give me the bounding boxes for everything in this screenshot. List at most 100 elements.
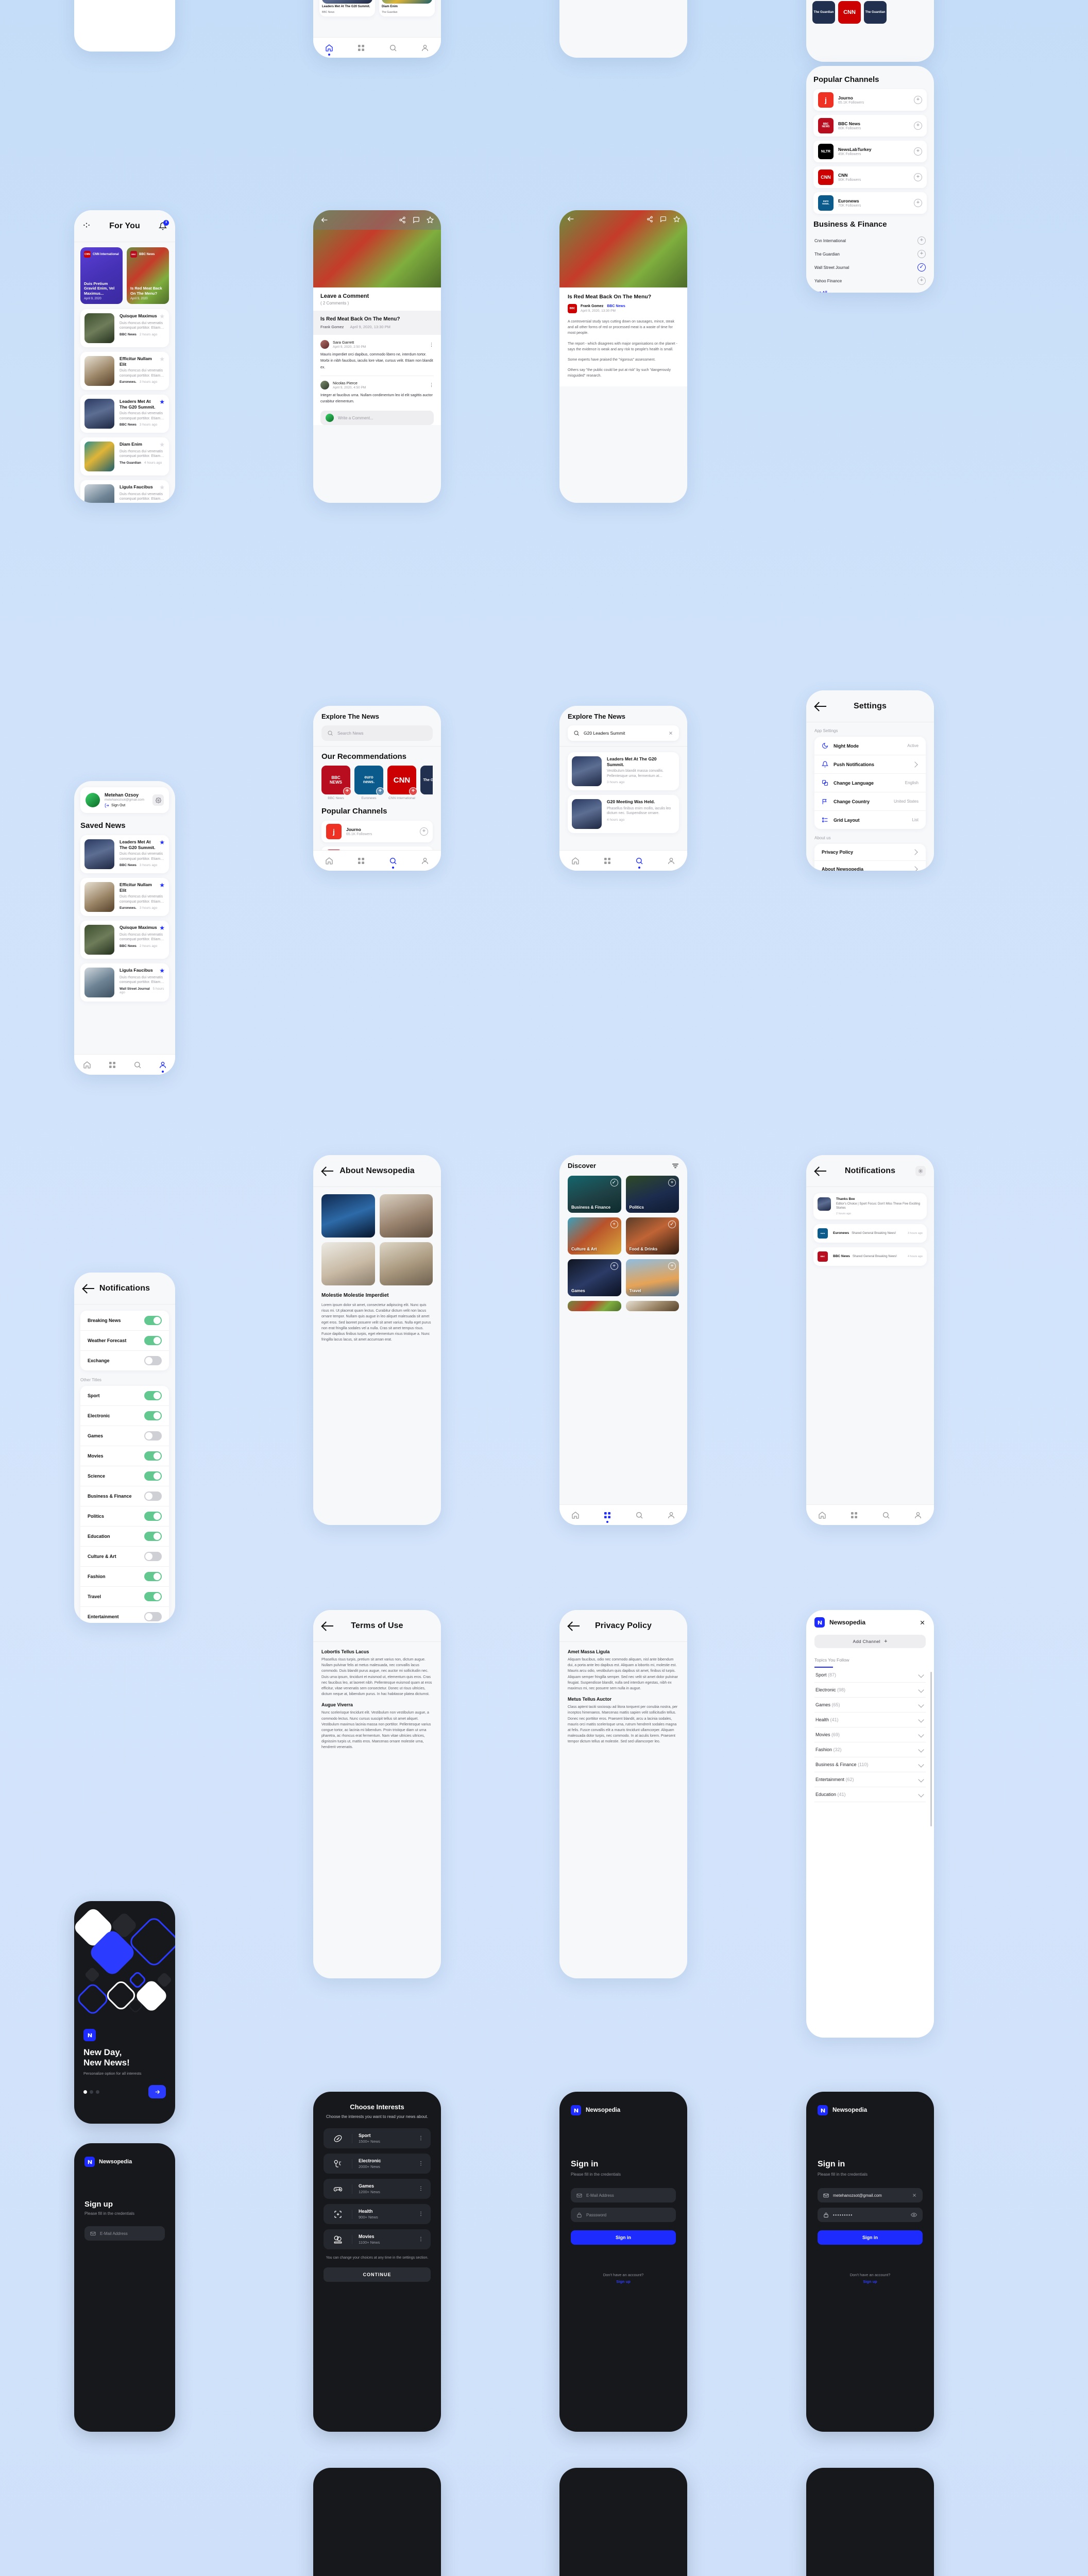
toggle-row[interactable]: Weather Forecast — [80, 1331, 169, 1351]
tab-bar[interactable] — [313, 850, 441, 871]
list-item[interactable]: Diam Enim ★ Duis rhoncus dui venenatis c… — [80, 437, 169, 476]
tab-search[interactable] — [133, 1061, 142, 1069]
tab-home[interactable] — [325, 857, 333, 865]
back-icon[interactable] — [569, 1622, 580, 1630]
settings-row-privacy-policy[interactable]: Privacy Policy — [814, 844, 926, 861]
toggle-row[interactable]: Politics — [80, 1506, 169, 1527]
menu-dots-icon[interactable] — [82, 222, 91, 230]
star-icon[interactable]: ★ — [159, 399, 165, 405]
recommendation-logo[interactable]: euro news. + — [354, 766, 384, 795]
star-icon[interactable]: ★ — [159, 839, 165, 845]
add-icon[interactable]: + — [917, 250, 926, 258]
list-item[interactable]: Leaders Met At The G20 Summit. ★ Duis rh… — [80, 835, 169, 873]
comment-input[interactable]: Write a Comment... — [320, 411, 434, 426]
interest-options-icon[interactable]: ⋮ — [418, 2236, 431, 2242]
tab-discover[interactable] — [603, 1511, 611, 1523]
tab-profile[interactable] — [421, 44, 429, 52]
password-field[interactable]: ••••••••• — [818, 2208, 923, 2222]
recommendation-logo[interactable]: BBC NEWS + — [321, 766, 351, 795]
toggle-row[interactable]: Fashion — [80, 1567, 169, 1587]
list-item[interactable]: Ligula Faucibus ★ Duis rhoncus dui venen… — [80, 963, 169, 1002]
settings-row-night-mode[interactable]: Night Mode Active — [814, 737, 926, 755]
discover-tile[interactable]: + Politics — [625, 1176, 679, 1213]
toggle-switch[interactable] — [144, 1492, 162, 1501]
sign-in-button[interactable]: Sign in — [571, 2230, 676, 2245]
add-icon[interactable]: + — [668, 1262, 676, 1270]
list-item[interactable]: Ligula Faucibus ★ Duis rhoncus dui venen… — [80, 480, 169, 503]
back-icon[interactable] — [815, 1167, 827, 1175]
toggle-switch[interactable] — [144, 1316, 162, 1325]
topic-row[interactable]: Health (41) — [814, 1713, 926, 1727]
add-channel-icon[interactable]: + — [914, 96, 922, 104]
tab-home[interactable] — [818, 1511, 826, 1519]
check-icon[interactable]: ✓ — [610, 1179, 618, 1187]
comment-options-icon[interactable]: ⋮ — [429, 342, 434, 347]
clear-icon[interactable] — [912, 2193, 917, 2198]
toggle-switch[interactable] — [144, 1552, 162, 1561]
back-icon[interactable] — [322, 1167, 334, 1175]
tab-profile[interactable] — [914, 1511, 922, 1519]
continue-button[interactable]: CONTINUE — [324, 2267, 431, 2282]
tab-search[interactable] — [635, 1511, 643, 1519]
toggle-row[interactable]: Science — [80, 1466, 169, 1486]
tab-search[interactable] — [635, 857, 643, 869]
discover-tile[interactable]: + Games — [568, 1259, 621, 1296]
carousel-dot[interactable] — [90, 2090, 93, 2094]
category-item[interactable]: Yahoo Finance + — [813, 274, 927, 287]
interest-row[interactable]: Health 900+ News ⋮ — [324, 2204, 431, 2224]
tab-discover[interactable] — [850, 1511, 858, 1519]
interest-row[interactable]: Games 1200+ News ⋮ — [324, 2179, 431, 2199]
topic-row[interactable]: Business & Finance (110) — [814, 1757, 926, 1772]
tab-search[interactable] — [882, 1511, 890, 1519]
featured-card[interactable]: BBC BBC News Is Red Meat Back On The Men… — [127, 247, 169, 304]
toggle-switch[interactable] — [144, 1532, 162, 1541]
toggle-switch[interactable] — [144, 1411, 162, 1420]
tab-bar[interactable] — [74, 1054, 175, 1075]
topic-row[interactable]: Movies (69) — [814, 1727, 926, 1742]
tab-search[interactable] — [389, 857, 397, 869]
settings-row-grid-layout[interactable]: Grid Layout List — [814, 811, 926, 829]
eye-icon[interactable] — [911, 2212, 917, 2218]
topic-row[interactable]: Sport (87) — [814, 1668, 926, 1683]
back-icon[interactable] — [320, 216, 329, 224]
interest-row[interactable]: Electronic 2000+ News ⋮ — [324, 2154, 431, 2174]
toggle-row[interactable]: Games — [80, 1426, 169, 1446]
star-icon[interactable]: ★ — [159, 925, 165, 931]
settings-row-change-language[interactable]: Change Language English — [814, 774, 926, 792]
bookmark-star-icon[interactable] — [427, 216, 434, 224]
channel-row[interactable]: j Journo 65.1K Followers + — [321, 821, 433, 842]
filter-icon[interactable] — [672, 1163, 679, 1169]
topic-row[interactable]: Games (65) — [814, 1698, 926, 1713]
notification-bell-icon[interactable]: 3 — [159, 219, 169, 230]
scrollbar[interactable] — [930, 1672, 932, 1826]
add-icon[interactable]: + — [343, 787, 351, 795]
toggle-switch[interactable] — [144, 1356, 162, 1365]
sign-out-button[interactable]: Sign Out — [105, 803, 148, 808]
tab-discover[interactable] — [357, 857, 365, 865]
close-icon[interactable] — [919, 1619, 926, 1626]
comment-icon[interactable] — [413, 216, 420, 224]
discover-tile[interactable]: ✓ Business & Finance — [568, 1176, 621, 1213]
sign-up-link[interactable]: Sign up — [818, 2279, 923, 2284]
tab-bar[interactable] — [559, 850, 687, 871]
category-item[interactable]: Wall Street Journal ✓ — [813, 261, 927, 274]
toggle-switch[interactable] — [144, 1391, 162, 1400]
category-item[interactable]: The Guardian + — [813, 247, 927, 261]
toggle-row[interactable]: Sport — [80, 1386, 169, 1406]
sign-in-button[interactable]: Sign in — [818, 2230, 923, 2245]
toggle-switch[interactable] — [144, 1572, 162, 1581]
email-field[interactable]: E-Mail Address — [571, 2188, 676, 2202]
back-icon[interactable] — [567, 215, 575, 223]
sign-up-link[interactable]: Sign up — [571, 2279, 676, 2284]
toggle-switch[interactable] — [144, 1612, 162, 1621]
share-icon[interactable] — [399, 216, 406, 224]
search-input[interactable]: Search News — [321, 725, 433, 741]
add-icon[interactable]: + — [376, 787, 384, 795]
list-item[interactable]: Quisque Maximus ★ Duis rhoncus dui venen… — [80, 309, 169, 347]
discover-tile[interactable]: + Travel — [625, 1259, 679, 1296]
toggle-switch[interactable] — [144, 1336, 162, 1345]
notification-item[interactable]: Thanks Bee Editor’s Choice | Sport Focus… — [813, 1193, 927, 1219]
list-item[interactable]: Efficitur Nullam Elit ★ Duis rhoncus dui… — [80, 352, 169, 390]
add-channel-icon[interactable]: + — [914, 173, 922, 181]
settings-row-change-country[interactable]: Change Country United States — [814, 792, 926, 811]
